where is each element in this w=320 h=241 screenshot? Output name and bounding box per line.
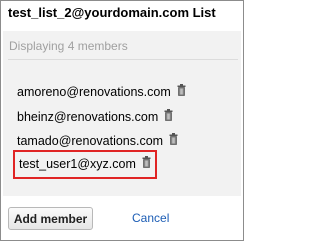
dialog-title: test_list_2@yourdomain.com List — [8, 5, 216, 20]
member-row: amoreno@renovations.com — [17, 83, 186, 101]
trash-icon[interactable] — [177, 84, 186, 96]
member-row: bheinz@renovations.com — [17, 108, 173, 126]
member-email: bheinz@renovations.com — [17, 110, 159, 124]
member-row: tamado@renovations.com — [17, 132, 178, 150]
cancel-link[interactable]: Cancel — [132, 211, 169, 225]
trash-icon[interactable] — [169, 133, 178, 145]
member-row-highlighted: test_user1@xyz.com — [19, 155, 151, 173]
member-email: amoreno@renovations.com — [17, 85, 171, 99]
member-count-label: Displaying 4 members — [9, 39, 128, 53]
divider — [8, 59, 238, 60]
trash-icon[interactable] — [142, 156, 151, 168]
add-member-button[interactable]: Add member — [8, 207, 93, 230]
trash-icon[interactable] — [164, 109, 173, 121]
member-email: test_user1@xyz.com — [19, 157, 136, 171]
member-email: tamado@renovations.com — [17, 134, 164, 148]
list-dialog: test_list_2@yourdomain.com List Displayi… — [0, 0, 244, 241]
dialog-footer: Add member Cancel — [1, 197, 243, 240]
